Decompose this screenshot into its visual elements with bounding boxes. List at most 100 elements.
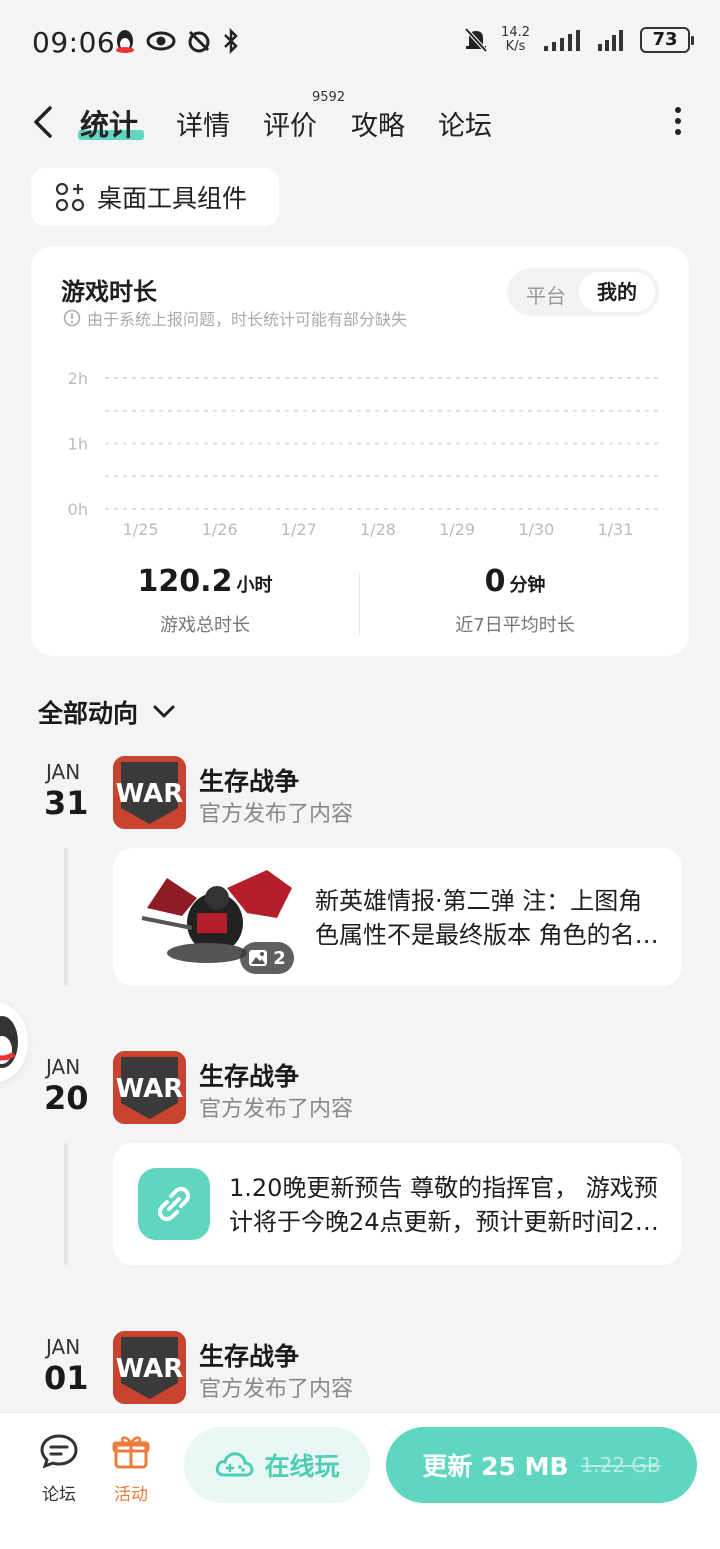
feed-subtitle: 官方发布了内容 bbox=[199, 802, 354, 827]
update-button[interactable]: 更新 25 MB 1.22 GB bbox=[386, 1427, 697, 1503]
feed-post-card[interactable]: 1.20晚更新预告 尊敬的指挥官， 游戏预计将于今晚24点更新，预计更新时间2小… bbox=[113, 1143, 682, 1265]
war-logo-icon: WAR bbox=[113, 1051, 186, 1124]
tab-stats[interactable]: 统计 bbox=[80, 102, 138, 144]
more-options-icon[interactable] bbox=[674, 106, 682, 136]
top-navigation: 统计 详情 评价 9592 攻略 论坛 bbox=[0, 90, 720, 152]
avg-time-stat: 0 分钟 近7日平均时长 bbox=[365, 564, 665, 637]
widget-grid-icon bbox=[55, 182, 85, 212]
forum-chat-icon bbox=[40, 1434, 78, 1469]
chart-x-tick: 1/26 bbox=[202, 520, 238, 539]
bottom-action-bar: 论坛 活动 在线玩 更新 25 MB 1.22 GB bbox=[0, 1412, 720, 1549]
toggle-platform[interactable]: 平台 bbox=[526, 280, 566, 309]
chart-x-tick: 1/31 bbox=[597, 520, 633, 539]
net-speed-unit: K/s bbox=[505, 39, 526, 54]
bluetooth-icon bbox=[224, 28, 238, 54]
bottom-activity-label: 活动 bbox=[114, 1485, 148, 1505]
feed-app-name[interactable]: 生存战争 bbox=[199, 1057, 299, 1093]
avg-time-unit: 分钟 bbox=[509, 575, 546, 596]
chart-x-tick: 1/27 bbox=[281, 520, 317, 539]
play-time-chart: 2h 1h 0h 1/25 1/26 1/27 1/28 1/29 1/30 1/31 bbox=[68, 369, 659, 539]
chart-x-tick: 1/30 bbox=[518, 520, 554, 539]
bell-muted-icon bbox=[464, 27, 488, 53]
feed-app-name[interactable]: 生存战争 bbox=[199, 1337, 299, 1373]
tab-guides[interactable]: 攻略 bbox=[351, 104, 405, 143]
feed-app-name[interactable]: 生存战争 bbox=[199, 762, 299, 798]
total-time-stat: 120.2 小时 游戏总时长 bbox=[55, 564, 355, 637]
feed-filter-label: 全部动向 bbox=[38, 699, 139, 728]
feed-date-day: 31 bbox=[44, 784, 89, 822]
desktop-widget-label: 桌面工具组件 bbox=[97, 184, 248, 213]
info-icon bbox=[63, 309, 81, 327]
status-bar: 09:06 14.2 K/s 73 bbox=[0, 0, 720, 86]
total-time-value: 120.2 bbox=[137, 564, 233, 599]
tab-reviews[interactable]: 评价 bbox=[263, 104, 317, 143]
chart-y-tick: 0h bbox=[68, 500, 88, 519]
bottom-forum-label: 论坛 bbox=[42, 1485, 76, 1505]
link-icon bbox=[138, 1168, 210, 1240]
floating-assistant-avatar[interactable] bbox=[0, 1000, 28, 1084]
play-time-notice: 由于系统上报问题，时长统计可能有部分缺失 bbox=[63, 306, 407, 330]
war-logo-icon: WAR bbox=[113, 1331, 186, 1404]
image-count: 2 bbox=[273, 947, 286, 969]
game-app-icon[interactable]: WAR bbox=[113, 1051, 186, 1124]
status-icons-left bbox=[114, 28, 240, 54]
net-speed-value: 14.2 bbox=[501, 25, 530, 40]
avg-time-label: 近7日平均时长 bbox=[455, 615, 575, 636]
chart-y-tick: 2h bbox=[68, 369, 88, 388]
feed-date-day: 20 bbox=[44, 1079, 89, 1117]
feed-filter-dropdown[interactable]: 全部动向 bbox=[38, 694, 176, 730]
signal-icon bbox=[544, 30, 580, 51]
cloud-gamepad-icon bbox=[216, 1452, 254, 1477]
post-thumbnail: 2 bbox=[137, 868, 294, 974]
timeline-line bbox=[64, 848, 68, 986]
play-online-button[interactable]: 在线玩 bbox=[184, 1427, 370, 1503]
signal-2-icon bbox=[598, 30, 623, 51]
total-time-label: 游戏总时长 bbox=[160, 615, 250, 636]
chart-x-tick: 1/29 bbox=[439, 520, 475, 539]
feed-date-day: 01 bbox=[44, 1359, 89, 1397]
chart-y-tick: 1h bbox=[68, 435, 88, 454]
qq-penguin-icon bbox=[116, 30, 134, 53]
eye-icon bbox=[146, 31, 176, 51]
toggle-mine[interactable]: 我的 bbox=[579, 272, 655, 312]
game-app-icon[interactable]: WAR bbox=[113, 756, 186, 829]
tab-forum[interactable]: 论坛 bbox=[438, 104, 492, 143]
post-text: 1.20晚更新预告 尊敬的指挥官， 游戏预计将于今晚24点更新，预计更新时间2小… bbox=[229, 1174, 659, 1236]
chart-x-tick: 1/28 bbox=[360, 520, 396, 539]
play-online-label: 在线玩 bbox=[264, 1452, 340, 1481]
total-time-unit: 小时 bbox=[236, 575, 273, 596]
back-arrow-icon[interactable] bbox=[30, 104, 60, 140]
update-label: 更新 25 MB bbox=[422, 1452, 569, 1481]
stat-divider bbox=[359, 572, 360, 636]
desktop-widget-button[interactable]: 桌面工具组件 bbox=[31, 168, 279, 226]
chart-x-tick: 1/25 bbox=[123, 520, 159, 539]
play-time-card: 游戏时长 由于系统上报问题，时长统计可能有部分缺失 平台 我的 2h 1h 0h 1/… bbox=[31, 246, 689, 656]
game-app-icon[interactable]: WAR bbox=[113, 1331, 186, 1404]
notice-text: 由于系统上报问题，时长统计可能有部分缺失 bbox=[87, 310, 408, 329]
feed-subtitle: 官方发布了内容 bbox=[199, 1097, 354, 1122]
status-time: 09:06 bbox=[32, 26, 116, 59]
svg-text:WAR: WAR bbox=[116, 1074, 184, 1104]
bottom-forum-button[interactable]: 论坛 bbox=[29, 1433, 89, 1505]
tab-details[interactable]: 详情 bbox=[176, 104, 230, 143]
source-toggle: 平台 我的 bbox=[507, 268, 659, 316]
svg-text:WAR: WAR bbox=[116, 779, 184, 809]
alarm-off-icon bbox=[188, 30, 210, 53]
feed-subtitle: 官方发布了内容 bbox=[199, 1377, 354, 1402]
gift-icon bbox=[112, 1436, 150, 1469]
svg-text:WAR: WAR bbox=[116, 1354, 184, 1384]
image-icon bbox=[249, 950, 268, 966]
feed-post-card[interactable]: 2 新英雄情报·第二弹 注：上图角色属性不是最终版本 角色的名称，头像等信息请以… bbox=[113, 848, 682, 986]
avg-time-value: 0 bbox=[484, 564, 506, 599]
review-count-badge: 9592 bbox=[312, 90, 346, 105]
play-time-title: 游戏时长 bbox=[61, 278, 157, 306]
net-speed: 14.2 K/s bbox=[501, 26, 530, 54]
image-count-badge: 2 bbox=[240, 942, 294, 974]
feed-date-month: JAN bbox=[46, 1335, 81, 1359]
feed-date-month: JAN bbox=[46, 1055, 81, 1079]
feed-date-month: JAN bbox=[46, 760, 81, 784]
battery-indicator: 73 bbox=[640, 27, 694, 53]
bottom-activity-button[interactable]: 活动 bbox=[101, 1433, 161, 1505]
status-icons-right: 14.2 K/s 73 bbox=[463, 26, 694, 54]
chevron-down-icon bbox=[153, 705, 175, 718]
